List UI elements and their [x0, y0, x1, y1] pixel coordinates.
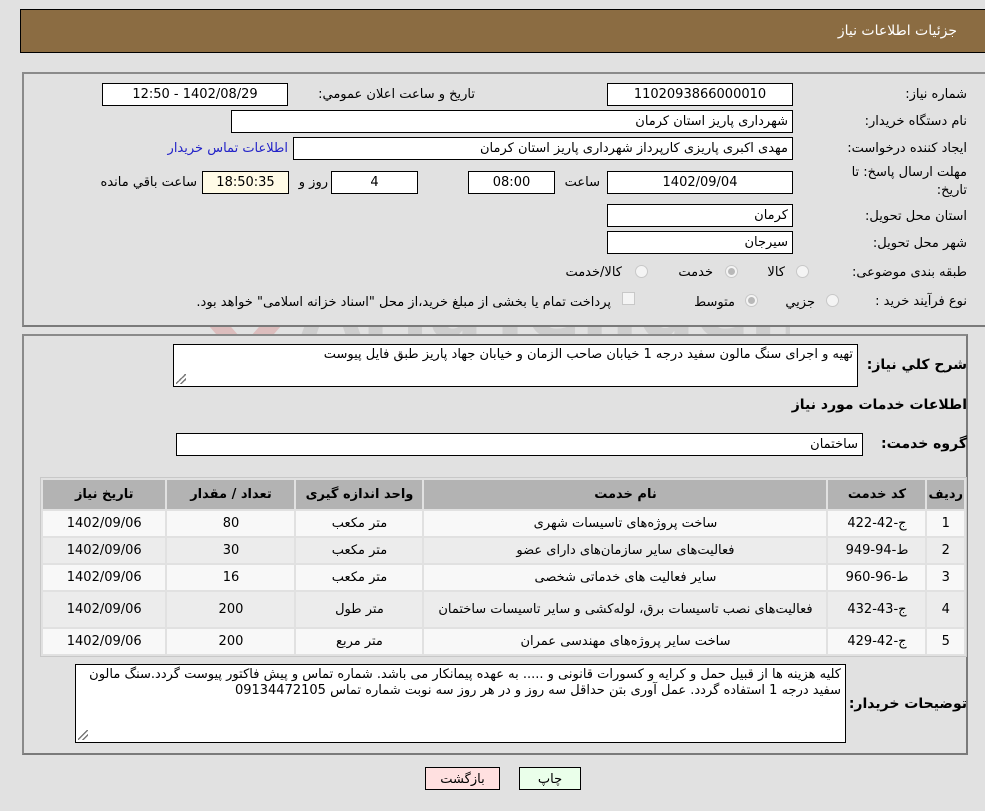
deadline-time-field: 08:00: [468, 171, 555, 194]
cell-unit: متر مکعب: [296, 511, 423, 536]
cell-service-name: سایر فعالیت های خدماتی شخصی: [424, 565, 827, 590]
cell-quantity: 200: [167, 592, 295, 627]
cell-service-code: ج-43-432: [828, 592, 926, 627]
table-row: 3 ط-96-960 سایر فعالیت های خدماتی شخصی م…: [43, 565, 964, 590]
remaining-time-label: ساعت باقي مانده: [100, 175, 197, 190]
cell-service-name: فعالیت‌های سایر سازمان‌های دارای عضو: [424, 538, 827, 563]
service-group-label: گروه خدمت:: [881, 436, 967, 452]
cell-quantity: 80: [167, 511, 295, 536]
buyer-notes-text: کلیه هزینه ها از قبیل حمل و کرایه و کسور…: [89, 667, 841, 698]
col-header-service-code: کد خدمت: [828, 480, 926, 509]
cell-row-number: 5: [927, 629, 964, 654]
category-label: طبقه بندی موضوعی:: [851, 265, 967, 280]
category-goods-radio[interactable]: [796, 265, 809, 278]
category-goods-label: کالا: [767, 265, 785, 280]
resize-grip-icon[interactable]: [78, 730, 88, 740]
remaining-time-field: 18:50:35: [202, 171, 289, 194]
requester-label: ایجاد کننده درخواست:: [847, 141, 967, 156]
treasury-checkbox-label: پرداخت تمام یا بخشی از مبلغ خرید،از محل …: [196, 295, 611, 310]
cell-unit: متر مکعب: [296, 565, 423, 590]
deadline-time-label: ساعت: [564, 175, 600, 190]
cell-service-code: ط-94-949: [828, 538, 926, 563]
province-field: کرمان: [607, 204, 793, 227]
cell-unit: متر مکعب: [296, 538, 423, 563]
col-header-row-number: ردیف: [927, 480, 964, 509]
category-service-label: خدمت: [678, 265, 713, 280]
days-label: روز و: [298, 175, 328, 190]
back-button[interactable]: بازگشت: [425, 767, 500, 790]
buyer-org-field: شهرداری پاریز استان کرمان: [231, 110, 793, 133]
table-row: 2 ط-94-949 فعالیت‌های سایر سازمان‌های دا…: [43, 538, 964, 563]
requester-field: مهدی اکبری پاریزی کارپرداز شهرداری پاریز…: [293, 137, 793, 160]
need-number-label: شماره نیاز:: [905, 87, 967, 102]
cell-service-code: ط-96-960: [828, 565, 926, 590]
description-textarea[interactable]: تهیه و اجرای سنگ مالون سفید درجه 1 خیابا…: [173, 344, 858, 387]
col-header-service-name: نام خدمت: [424, 480, 827, 509]
cell-service-code: ج-42-429: [828, 629, 926, 654]
cell-unit: متر طول: [296, 592, 423, 627]
page-title: جزئیات اطلاعات نیاز: [837, 23, 957, 39]
services-section-title: اطلاعات خدمات مورد نیاز: [791, 397, 967, 413]
cell-row-number: 3: [927, 565, 964, 590]
cell-service-name: فعالیت‌های نصب تاسیسات برق، لوله‌کشی و س…: [424, 592, 827, 627]
buyer-contact-link[interactable]: اطلاعات تماس خریدار: [168, 141, 288, 156]
deadline-label: مهلت ارسال پاسخ: تا تاریخ:: [851, 165, 967, 198]
cell-service-code: ج-42-422: [828, 511, 926, 536]
cell-need-date: 1402/09/06: [43, 511, 166, 536]
print-button[interactable]: چاپ: [519, 767, 581, 790]
category-goods-service-label: کالا/خدمت: [565, 265, 622, 280]
purchase-type-label: نوع فرآیند خرید :: [875, 294, 967, 309]
treasury-checkbox[interactable]: [622, 292, 635, 305]
description-text: تهیه و اجرای سنگ مالون سفید درجه 1 خیابا…: [323, 347, 853, 362]
province-label: استان محل تحویل:: [865, 209, 967, 224]
announce-datetime-label: تاریخ و ساعت اعلان عمومي:: [318, 87, 475, 102]
cell-need-date: 1402/09/06: [43, 592, 166, 627]
col-header-need-date: تاریخ نیاز: [43, 480, 166, 509]
buyer-notes-textarea[interactable]: کلیه هزینه ها از قبیل حمل و کرایه و کسور…: [75, 664, 846, 743]
cell-quantity: 16: [167, 565, 295, 590]
cell-quantity: 30: [167, 538, 295, 563]
cell-need-date: 1402/09/06: [43, 629, 166, 654]
col-header-unit: واحد اندازه گیری: [296, 480, 423, 509]
description-label: شرح کلي نیاز:: [866, 357, 967, 373]
service-group-field: ساختمان: [176, 433, 863, 456]
cell-row-number: 2: [927, 538, 964, 563]
category-goods-service-radio[interactable]: [635, 265, 648, 278]
col-header-quantity: تعداد / مقدار: [167, 480, 295, 509]
services-table: ردیف کد خدمت نام خدمت واحد اندازه گیری ت…: [40, 477, 967, 657]
category-service-radio[interactable]: [725, 265, 738, 278]
remaining-days-field: 4: [331, 171, 418, 194]
purchase-minor-radio[interactable]: [826, 294, 839, 307]
cell-service-name: ساخت سایر پروژه‌های مهندسی عمران: [424, 629, 827, 654]
cell-row-number: 1: [927, 511, 964, 536]
cell-service-name: ساخت پروژه‌های تاسیسات شهری: [424, 511, 827, 536]
purchase-medium-radio[interactable]: [745, 294, 758, 307]
table-row: 1 ج-42-422 ساخت پروژه‌های تاسیسات شهری م…: [43, 511, 964, 536]
purchase-medium-label: متوسط: [694, 295, 735, 310]
table-header-row: ردیف کد خدمت نام خدمت واحد اندازه گیری ت…: [43, 480, 964, 509]
cell-quantity: 200: [167, 629, 295, 654]
cell-need-date: 1402/09/06: [43, 538, 166, 563]
resize-grip-icon[interactable]: [176, 374, 186, 384]
page-header: جزئیات اطلاعات نیاز: [20, 9, 985, 53]
purchase-minor-label: جزیي: [785, 295, 815, 310]
cell-unit: متر مربع: [296, 629, 423, 654]
table-row: 5 ج-42-429 ساخت سایر پروژه‌های مهندسی عم…: [43, 629, 964, 654]
cell-need-date: 1402/09/06: [43, 565, 166, 590]
cell-row-number: 4: [927, 592, 964, 627]
city-label: شهر محل تحویل:: [872, 236, 967, 251]
buyer-notes-label: توضیحات خریدار:: [848, 696, 967, 712]
city-field: سیرجان: [607, 231, 793, 254]
need-number-field: 1102093866000010: [607, 83, 793, 106]
table-row: 4 ج-43-432 فعالیت‌های نصب تاسیسات برق، ل…: [43, 592, 964, 627]
buyer-org-label: نام دستگاه خریدار:: [864, 114, 967, 129]
announce-datetime-field: 1402/08/29 - 12:50: [102, 83, 288, 106]
deadline-date-field: 1402/09/04: [607, 171, 793, 194]
